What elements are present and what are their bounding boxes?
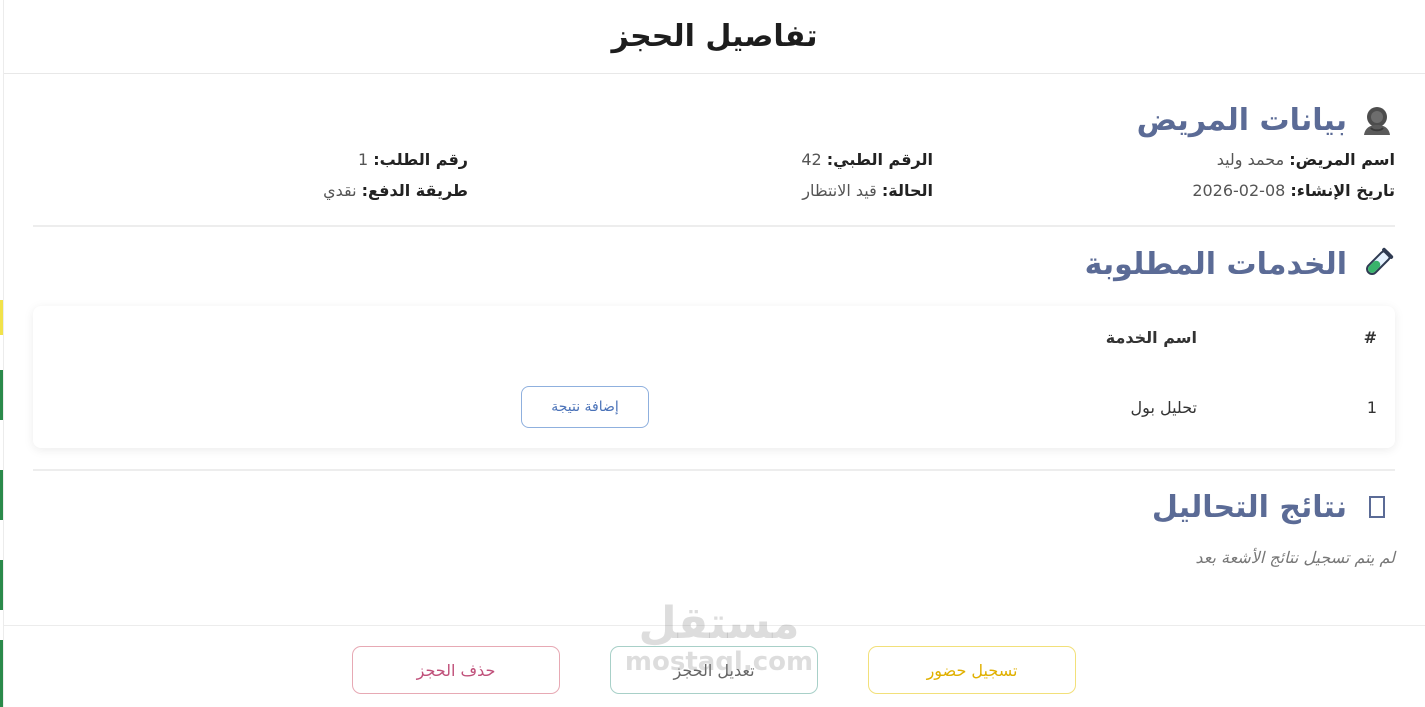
services-table: # اسم الخدمة 1 تحليل بول إضافة نتيجة <box>33 306 1395 448</box>
created-date-value: 2026-02-08 <box>1192 181 1286 200</box>
payment-method: طريقة الدفع: نقدي <box>323 181 468 200</box>
section-divider <box>33 469 1395 471</box>
created-date-label: تاريخ الإنشاء: <box>1290 181 1395 200</box>
add-result-button[interactable]: إضافة نتيجة <box>521 386 649 428</box>
record-attendance-button[interactable]: تسجيل حضور <box>868 646 1076 694</box>
medical-number: الرقم الطبي: 42 <box>801 150 933 169</box>
medical-number-value: 42 <box>801 150 822 169</box>
order-number: رقم الطلب: 1 <box>358 150 468 169</box>
empty-results-message: لم يتم تسجيل نتائج الأشعة بعد <box>1195 548 1395 567</box>
column-header-service-name: اسم الخدمة <box>1105 328 1197 347</box>
booking-status-value: قيد الانتظار <box>802 181 877 200</box>
user-icon <box>1359 102 1395 138</box>
services-section-title: الخدمات المطلوبة <box>1085 246 1395 282</box>
patient-title-text: بيانات المريض <box>1136 102 1347 138</box>
delete-booking-button[interactable]: حذف الحجز <box>352 646 560 694</box>
booking-status-label: الحالة: <box>881 181 933 200</box>
order-number-label: رقم الطلب: <box>373 150 468 169</box>
results-title-text: نتائج التحاليل <box>1151 489 1347 525</box>
results-section-title: نتائج التحاليل <box>1152 489 1395 525</box>
modal-footer: تسجيل حضور تعديل الحجز حذف الحجز <box>4 625 1425 707</box>
test-tube-icon <box>1359 246 1395 282</box>
modal-title: تفاصيل الحجز <box>611 19 818 54</box>
patient-name: اسم المريض: محمد وليد <box>1217 150 1395 169</box>
created-date: تاريخ الإنشاء: 2026-02-08 <box>1192 181 1395 200</box>
order-number-value: 1 <box>357 150 369 169</box>
payment-method-value: نقدي <box>323 181 357 200</box>
medical-number-label: الرقم الطبي: <box>826 150 933 169</box>
section-divider <box>33 225 1395 227</box>
edit-booking-button[interactable]: تعديل الحجز <box>610 646 818 694</box>
patient-name-label: اسم المريض: <box>1289 150 1395 169</box>
modal-header: تفاصيل الحجز <box>4 0 1425 74</box>
payment-method-label: طريقة الدفع: <box>361 181 468 200</box>
patient-section-title: بيانات المريض <box>1137 102 1395 138</box>
services-title-text: الخدمات المطلوبة <box>1084 246 1347 282</box>
results-icon <box>1359 489 1395 525</box>
row-service-name: تحليل بول <box>1130 398 1197 417</box>
row-index: 1 <box>1366 398 1377 417</box>
patient-name-value: محمد وليد <box>1216 150 1285 169</box>
patient-info-grid: اسم المريض: محمد وليد تاريخ الإنشاء: 202… <box>33 150 1395 210</box>
booking-status: الحالة: قيد الانتظار <box>802 181 933 200</box>
booking-details-modal: تفاصيل الحجز بيانات المريض اسم المريض: م… <box>3 0 1425 707</box>
column-header-index: # <box>1363 328 1377 347</box>
